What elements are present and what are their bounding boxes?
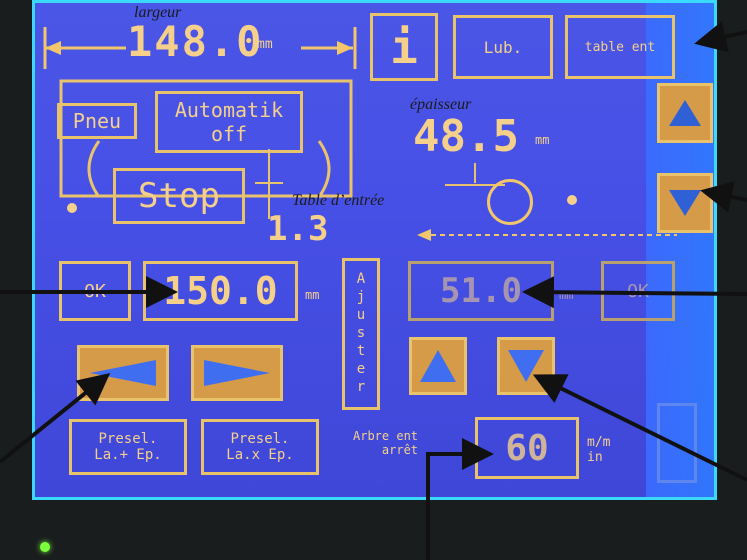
annotation-arrows <box>0 21 747 560</box>
arrow-to-table-entry <box>694 21 747 53</box>
arrow-to-adjust-down <box>532 374 747 482</box>
arrow-to-readout <box>522 276 747 309</box>
arrow-to-scroll-down <box>700 181 747 213</box>
arrow-to-move-left <box>0 372 111 464</box>
arrow-to-speed <box>426 438 494 560</box>
